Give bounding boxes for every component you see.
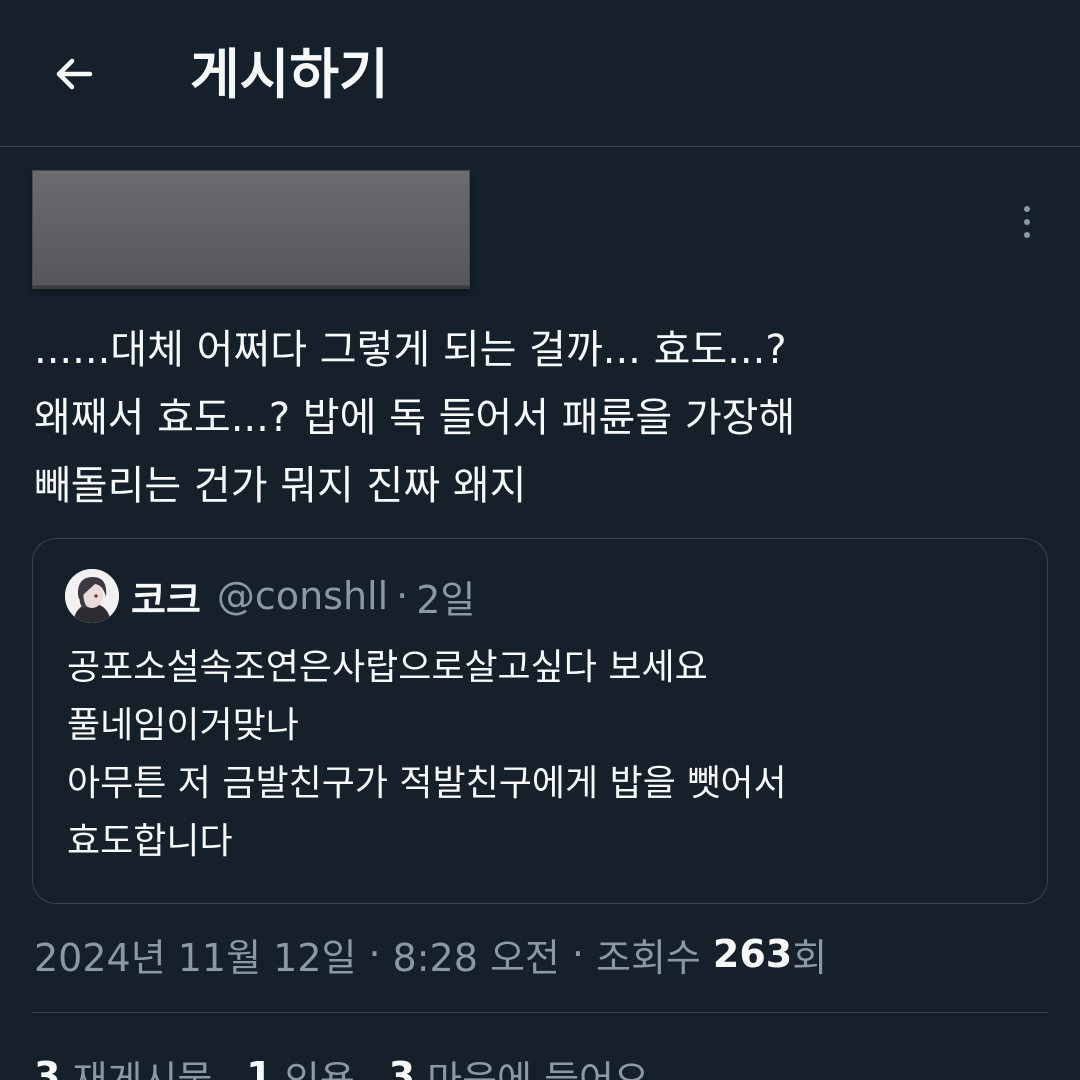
page-title: 게시하기 xyxy=(190,43,389,106)
quoted-post-text: 공포소설속조연은사랍으로살고싶다 보세요 풀네임이거맞나 아무튼 저 금발친구가… xyxy=(67,647,787,862)
post-meta: 2024년 11월 12일 · 8:28 오전 · 조회수 263 회 xyxy=(34,922,827,986)
back-button[interactable] xyxy=(44,44,104,104)
separator-dot: · xyxy=(396,574,409,618)
avatar[interactable] xyxy=(65,569,119,623)
separator-dot: · xyxy=(571,932,584,976)
quoted-author-name[interactable]: 코크 xyxy=(131,569,201,624)
quoted-post-card[interactable]: 코크 @conshll · 2일 공포소설속조연은사랍으로살고싶다 보세요 풀네… xyxy=(32,538,1048,904)
likes-label: 마음에 들어요 xyxy=(427,1057,649,1080)
more-vertical-icon-dot xyxy=(1024,232,1030,238)
quoted-author-handle[interactable]: @conshll xyxy=(217,574,388,618)
views-suffix: 회 xyxy=(792,935,828,980)
quotes-count: 1 xyxy=(246,1054,273,1080)
quotes-stat[interactable]: 1 인용 xyxy=(246,1049,354,1080)
reposts-stat[interactable]: 3 재게시물 xyxy=(34,1049,212,1080)
arrow-left-icon xyxy=(56,58,93,90)
engagement-stats: 3 재게시물 1 인용 3 마음에 들어요 xyxy=(34,1046,683,1080)
likes-count: 3 xyxy=(388,1054,416,1080)
quotes-label: 인용 xyxy=(284,1057,355,1080)
top-bar: 게시하기 xyxy=(0,0,1080,147)
views-count: 263 xyxy=(712,932,793,976)
quoted-post-time: 2일 xyxy=(416,577,476,622)
views-label: 조회수 xyxy=(595,935,701,980)
redacted-author-block xyxy=(32,170,470,286)
post-time: 8:28 오전 xyxy=(392,935,560,980)
more-vertical-icon-dot xyxy=(1024,206,1030,212)
post-text: ......대체 어쩌다 그렇게 되는 걸까... 효도...? 왜째서 효도.… xyxy=(34,327,796,509)
divider xyxy=(32,1012,1048,1013)
more-vertical-icon-dot xyxy=(1024,219,1030,225)
quoted-post-header: 코크 @conshll · 2일 xyxy=(131,569,475,623)
reposts-count: 3 xyxy=(34,1054,61,1080)
avatar-image xyxy=(65,569,119,623)
separator-dot: · xyxy=(368,932,381,976)
reposts-label: 재게시물 xyxy=(72,1057,213,1080)
likes-stat[interactable]: 3 마음에 들어요 xyxy=(389,1049,649,1080)
post-date: 2024년 11월 12일 xyxy=(34,935,357,980)
more-options-button[interactable] xyxy=(1006,198,1048,246)
post-detail-screen: 게시하기 ......대체 어쩌다 그렇게 되는 걸까... 효도...? 왜째… xyxy=(0,0,1080,1080)
